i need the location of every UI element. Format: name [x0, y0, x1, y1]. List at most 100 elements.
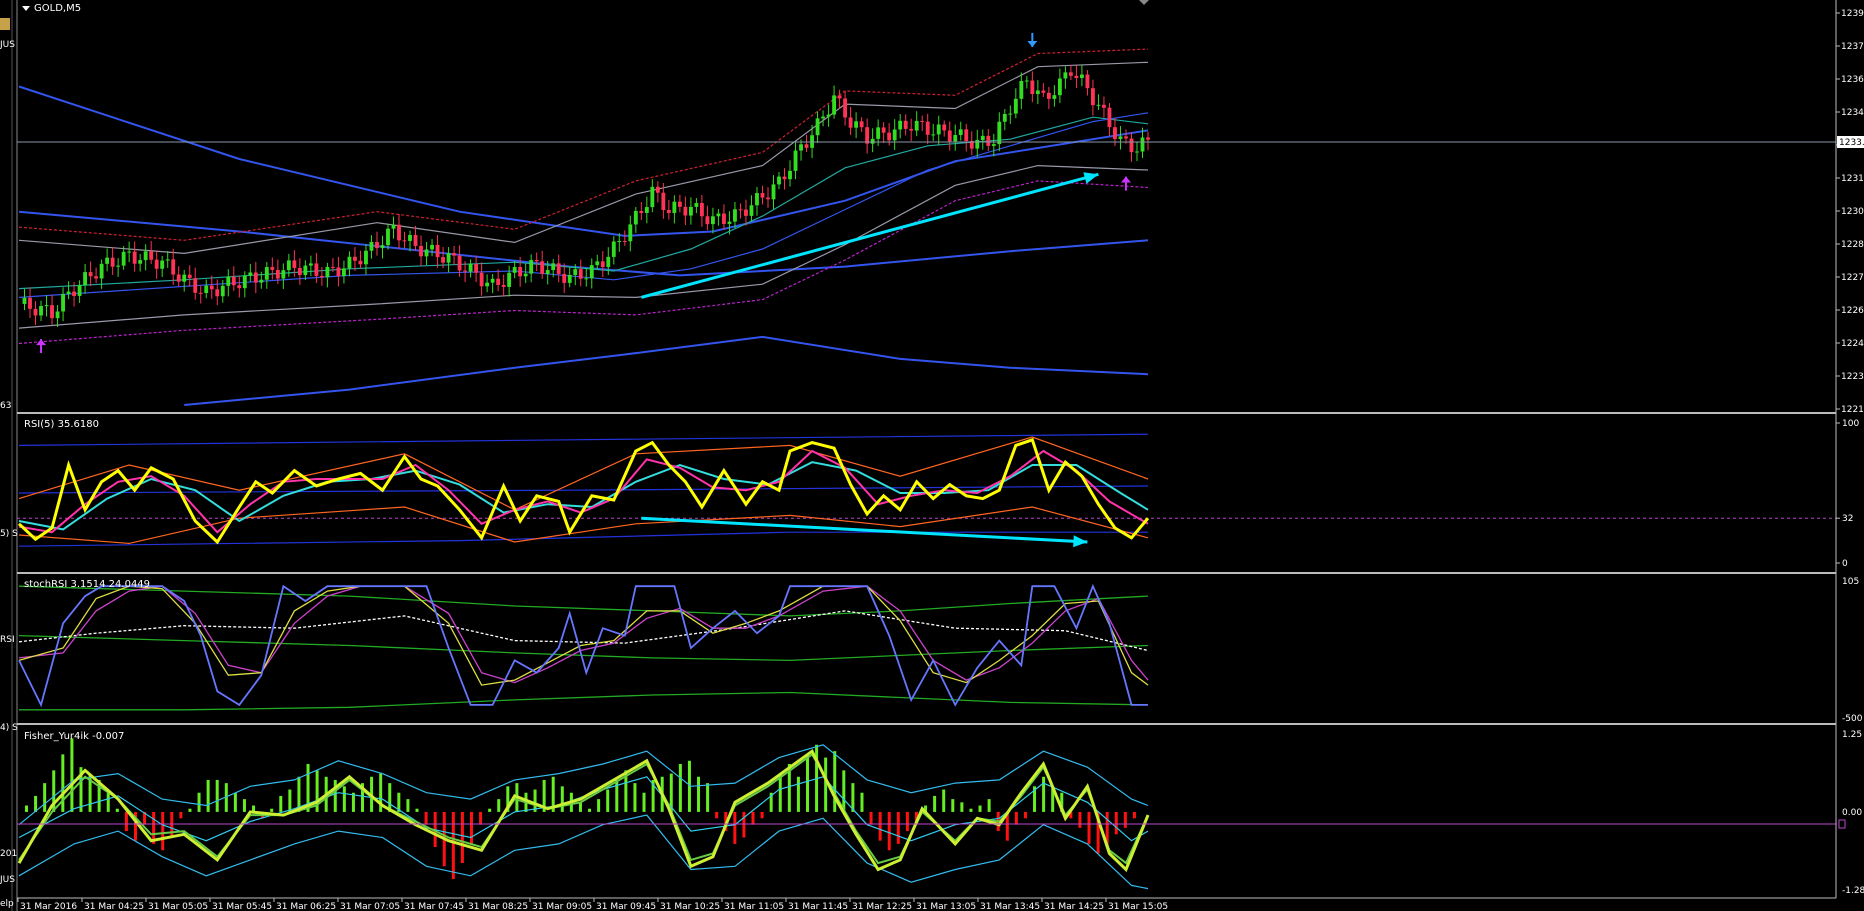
time-tick-label: 31 Mar 10:25	[660, 902, 720, 911]
histogram-bar	[106, 792, 110, 812]
fisher-title: Fisher_Yur4ik -0.007	[24, 731, 124, 742]
histogram-bar	[279, 795, 283, 812]
candle-body	[655, 186, 660, 193]
candle-body	[766, 197, 770, 200]
candle-body	[584, 278, 589, 280]
candle-body	[452, 253, 457, 256]
price-tick-label: 1228.	[1841, 240, 1864, 250]
trading-chart-window[interactable]: JUS 63 5) S RSI 4) S 201 JUS elp GOLD,M5…	[0, 0, 1864, 911]
fisher-tick-label: 1.25	[1842, 730, 1862, 740]
candle-body	[347, 256, 352, 269]
candle-body	[595, 261, 600, 266]
candle-body	[573, 269, 578, 275]
candle-body	[369, 242, 374, 251]
candle-body	[182, 274, 187, 282]
chart-background	[0, 0, 1864, 911]
candle-body	[1135, 151, 1139, 153]
candle-body	[198, 292, 203, 294]
histogram-bar	[751, 811, 755, 825]
candle-body	[760, 193, 765, 198]
time-tick-label: 31 Mar 11:45	[788, 902, 848, 911]
histogram-bar	[61, 754, 65, 812]
candle-body	[545, 270, 550, 274]
histogram-bar	[479, 811, 483, 825]
candle-body	[793, 150, 798, 171]
candle-body	[275, 269, 280, 279]
candle-body	[1118, 136, 1123, 140]
candle-body	[782, 176, 787, 180]
candle-body	[457, 255, 462, 271]
candle-body	[876, 127, 881, 139]
left-fragment: elp	[0, 899, 14, 909]
histogram-bar	[697, 776, 701, 812]
candle-body	[1090, 88, 1095, 106]
candle-body	[253, 272, 258, 283]
price-tick-label: 1226.	[1841, 306, 1864, 316]
candle-body	[77, 285, 82, 296]
candle-body	[160, 260, 165, 269]
candle-body	[292, 260, 297, 268]
histogram-bar	[969, 808, 973, 812]
candle-body	[474, 263, 479, 273]
candle-body	[843, 98, 848, 118]
candle-body	[865, 127, 870, 144]
histogram-bar	[233, 792, 237, 812]
fisher-tick-label: -1.284	[1842, 886, 1864, 896]
candle-body	[479, 272, 484, 287]
candle-body	[677, 201, 682, 207]
time-tick-label: 31 Mar 05:45	[212, 902, 272, 911]
candle-body	[1140, 137, 1145, 152]
time-tick-label: 31 Mar 14:25	[1044, 902, 1104, 911]
candle-body	[88, 272, 93, 277]
histogram-bar	[406, 799, 410, 812]
candle-body	[325, 266, 330, 278]
candle-body	[1124, 136, 1128, 139]
candle-body	[1008, 113, 1013, 115]
folder-icon[interactable]	[0, 18, 10, 30]
candle-body	[1146, 137, 1150, 140]
candle-body	[94, 276, 99, 279]
candle-body	[639, 211, 644, 213]
price-tick-label: 1237.	[1841, 42, 1864, 52]
histogram-bar	[796, 776, 800, 812]
left-fragment: 201	[0, 849, 17, 859]
candle-body	[947, 130, 952, 142]
histogram-bar	[860, 792, 864, 812]
histogram-bar	[25, 805, 28, 812]
candle-body	[132, 251, 137, 264]
candle-body	[110, 257, 115, 267]
candle-body	[744, 209, 748, 216]
candle-body	[903, 120, 908, 129]
histogram-bar	[70, 738, 74, 812]
histogram-bar	[633, 783, 637, 812]
histogram-bar	[1078, 811, 1082, 828]
candle-body	[215, 289, 220, 297]
candle-body	[848, 117, 853, 128]
candle-body	[330, 266, 335, 268]
candle-body	[650, 186, 655, 208]
candle-body	[562, 273, 567, 283]
candle-body	[556, 263, 561, 274]
candle-body	[496, 278, 501, 285]
candle-body	[50, 305, 54, 319]
histogram-bar	[960, 802, 964, 812]
candle-body	[1024, 80, 1029, 82]
candle-body	[727, 221, 732, 224]
time-tick-label: 31 Mar 09:45	[596, 902, 656, 911]
time-tick-label: 31 Mar 11:05	[724, 902, 784, 911]
candle-body	[242, 275, 247, 289]
histogram-bar	[742, 811, 746, 838]
candle-body	[468, 263, 473, 272]
histogram-bar	[715, 811, 719, 819]
histogram-bar	[460, 811, 464, 864]
candle-body	[22, 297, 27, 304]
candle-body	[28, 297, 32, 309]
candle-body	[154, 259, 159, 269]
rsi-tick-label: 32	[1842, 514, 1853, 524]
candle-body	[358, 260, 363, 265]
candle-body	[171, 259, 176, 275]
candle-body	[419, 245, 423, 257]
candle-body	[738, 209, 743, 211]
candle-body	[699, 203, 704, 217]
candle-body	[611, 241, 616, 257]
